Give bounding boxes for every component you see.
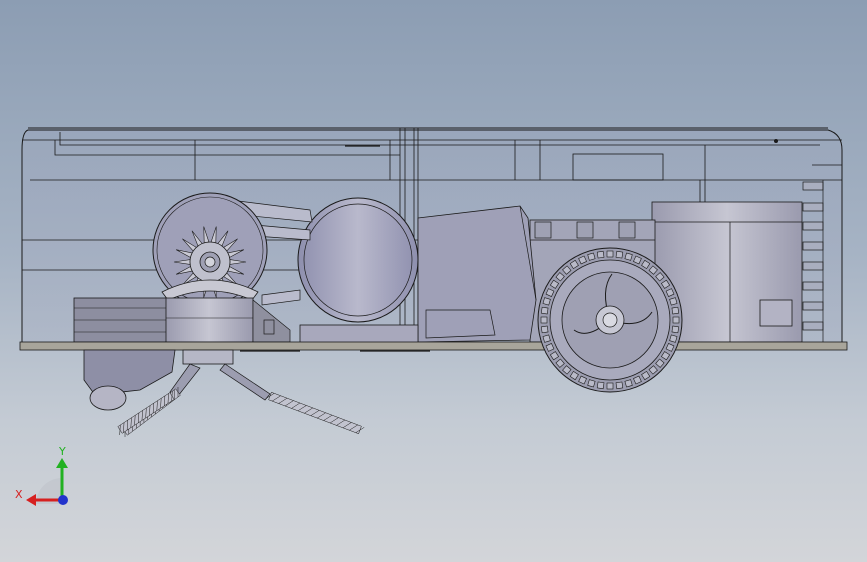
y-axis-label: Y — [58, 445, 66, 458]
dust-bin — [417, 205, 537, 343]
bristle-tuft-left — [117, 386, 181, 438]
brush-gear-assembly — [152, 192, 268, 308]
drive-wheel — [537, 247, 683, 393]
cad-viewport[interactable]: Y X — [0, 0, 867, 562]
bristle-tuft-right — [265, 391, 365, 435]
coordinate-triad-icon: Y X — [15, 445, 68, 506]
x-axis-label: X — [15, 488, 23, 501]
front-bumper-block — [73, 297, 167, 343]
